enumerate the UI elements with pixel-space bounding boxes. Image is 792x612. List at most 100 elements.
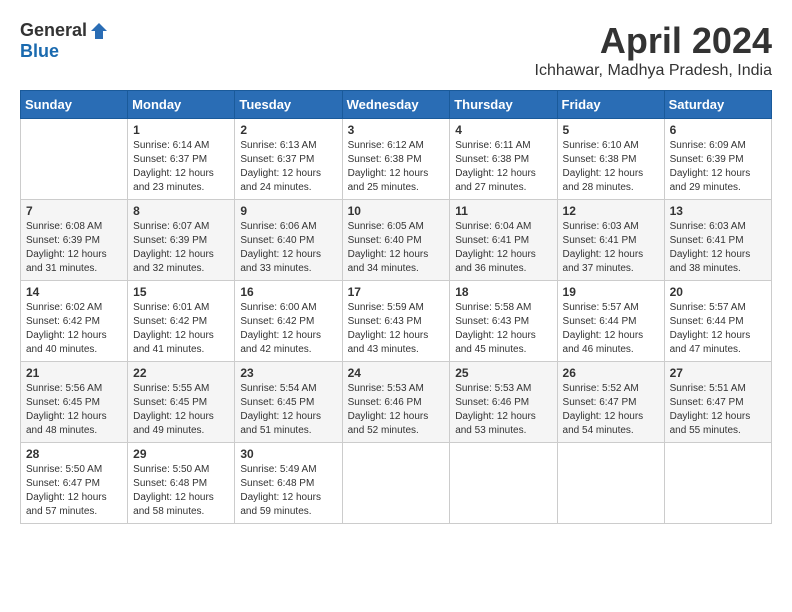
day-number: 8: [133, 204, 229, 218]
calendar-cell: 15Sunrise: 6:01 AM Sunset: 6:42 PM Dayli…: [128, 281, 235, 362]
calendar-cell: 16Sunrise: 6:00 AM Sunset: 6:42 PM Dayli…: [235, 281, 342, 362]
calendar-cell: 1Sunrise: 6:14 AM Sunset: 6:37 PM Daylig…: [128, 119, 235, 200]
weekday-header-sunday: Sunday: [21, 91, 128, 119]
calendar-cell: [450, 443, 557, 524]
day-number: 3: [348, 123, 445, 137]
day-number: 27: [670, 366, 766, 380]
calendar-cell: 5 Sunrise: 6:10 AM Sunset: 6:38 PM Daylig…: [557, 119, 664, 200]
day-info: Sunrise: 6:07 AM Sunset: 6:39 PM Dayligh…: [133, 220, 229, 276]
day-info: Sunrise: 5:56 AM Sunset: 6:45 PM Dayligh…: [26, 382, 122, 438]
calendar-cell: 30 Sunrise: 5:49 AM Sunset: 6:48 PM Dayli…: [235, 443, 342, 524]
day-number: 25: [455, 366, 551, 380]
calendar-week-5: 28 Sunrise: 5:50 AM Sunset: 6:47 PM Dayli…: [21, 443, 772, 524]
day-number: 14: [26, 285, 122, 299]
day-number: 18: [455, 285, 551, 299]
title-month: April 2024: [535, 20, 772, 62]
calendar-cell: [557, 443, 664, 524]
day-info: Sunrise: 6:10 AM Sunset: 6:38 PM Dayligh…: [563, 139, 659, 195]
day-info: Sunrise: 5:50 AM Sunset: 6:48 PM Dayligh…: [133, 463, 229, 519]
day-number: 28: [26, 447, 122, 461]
day-number: 29: [133, 447, 229, 461]
calendar-cell: 29 Sunrise: 5:50 AM Sunset: 6:48 PM Dayli…: [128, 443, 235, 524]
logo-general: General: [20, 20, 87, 41]
day-number: 10: [348, 204, 445, 218]
day-number: 7: [26, 204, 122, 218]
day-number: 30: [240, 447, 336, 461]
calendar-cell: 10Sunrise: 6:05 AM Sunset: 6:40 PM Dayli…: [342, 200, 450, 281]
calendar-cell: 17Sunrise: 5:59 AM Sunset: 6:43 PM Dayli…: [342, 281, 450, 362]
weekday-header-monday: Monday: [128, 91, 235, 119]
calendar-cell: 24 Sunrise: 5:53 AM Sunset: 6:46 PM Dayli…: [342, 362, 450, 443]
day-info: Sunrise: 6:06 AM Sunset: 6:40 PM Dayligh…: [240, 220, 336, 276]
calendar-cell: 9Sunrise: 6:06 AM Sunset: 6:40 PM Daylig…: [235, 200, 342, 281]
day-number: 21: [26, 366, 122, 380]
weekday-header-row: SundayMondayTuesdayWednesdayThursdayFrid…: [21, 91, 772, 119]
day-info: Sunrise: 6:03 AM Sunset: 6:41 PM Dayligh…: [670, 220, 766, 276]
calendar-cell: [664, 443, 771, 524]
calendar-cell: 4 Sunrise: 6:11 AM Sunset: 6:38 PM Daylig…: [450, 119, 557, 200]
day-info: Sunrise: 5:50 AM Sunset: 6:47 PM Dayligh…: [26, 463, 122, 519]
calendar-cell: 20 Sunrise: 5:57 AM Sunset: 6:44 PM Dayli…: [664, 281, 771, 362]
day-number: 20: [670, 285, 766, 299]
day-info: Sunrise: 5:49 AM Sunset: 6:48 PM Dayligh…: [240, 463, 336, 519]
day-info: Sunrise: 5:58 AM Sunset: 6:43 PM Dayligh…: [455, 301, 551, 357]
day-number: 4: [455, 123, 551, 137]
calendar-cell: 14 Sunrise: 6:02 AM Sunset: 6:42 PM Dayli…: [21, 281, 128, 362]
logo-icon: [89, 21, 109, 41]
weekday-header-wednesday: Wednesday: [342, 91, 450, 119]
day-info: Sunrise: 6:09 AM Sunset: 6:39 PM Dayligh…: [670, 139, 766, 195]
title-location: Ichhawar, Madhya Pradesh, India: [535, 62, 772, 80]
weekday-header-friday: Friday: [557, 91, 664, 119]
day-info: Sunrise: 5:59 AM Sunset: 6:43 PM Dayligh…: [348, 301, 445, 357]
day-number: 5: [563, 123, 659, 137]
calendar-cell: 18 Sunrise: 5:58 AM Sunset: 6:43 PM Dayli…: [450, 281, 557, 362]
calendar-week-1: 1Sunrise: 6:14 AM Sunset: 6:37 PM Daylig…: [21, 119, 772, 200]
day-info: Sunrise: 6:03 AM Sunset: 6:41 PM Dayligh…: [563, 220, 659, 276]
day-number: 2: [240, 123, 336, 137]
calendar-cell: 28 Sunrise: 5:50 AM Sunset: 6:47 PM Dayli…: [21, 443, 128, 524]
calendar-cell: 19 Sunrise: 5:57 AM Sunset: 6:44 PM Dayli…: [557, 281, 664, 362]
calendar-week-2: 7 Sunrise: 6:08 AM Sunset: 6:39 PM Daylig…: [21, 200, 772, 281]
day-info: Sunrise: 6:12 AM Sunset: 6:38 PM Dayligh…: [348, 139, 445, 195]
calendar-cell: 27Sunrise: 5:51 AM Sunset: 6:47 PM Dayli…: [664, 362, 771, 443]
calendar: SundayMondayTuesdayWednesdayThursdayFrid…: [20, 90, 772, 524]
weekday-header-thursday: Thursday: [450, 91, 557, 119]
title-block: April 2024 Ichhawar, Madhya Pradesh, Ind…: [535, 20, 772, 80]
day-info: Sunrise: 6:11 AM Sunset: 6:38 PM Dayligh…: [455, 139, 551, 195]
calendar-cell: 13Sunrise: 6:03 AM Sunset: 6:41 PM Dayli…: [664, 200, 771, 281]
page-header: General Blue April 2024 Ichhawar, Madhya…: [20, 20, 772, 80]
day-info: Sunrise: 5:57 AM Sunset: 6:44 PM Dayligh…: [563, 301, 659, 357]
day-info: Sunrise: 5:57 AM Sunset: 6:44 PM Dayligh…: [670, 301, 766, 357]
day-info: Sunrise: 5:53 AM Sunset: 6:46 PM Dayligh…: [348, 382, 445, 438]
weekday-header-saturday: Saturday: [664, 91, 771, 119]
day-number: 24: [348, 366, 445, 380]
calendar-cell: 25Sunrise: 5:53 AM Sunset: 6:46 PM Dayli…: [450, 362, 557, 443]
day-info: Sunrise: 5:55 AM Sunset: 6:45 PM Dayligh…: [133, 382, 229, 438]
day-number: 26: [563, 366, 659, 380]
day-info: Sunrise: 5:54 AM Sunset: 6:45 PM Dayligh…: [240, 382, 336, 438]
calendar-cell: 3 Sunrise: 6:12 AM Sunset: 6:38 PM Daylig…: [342, 119, 450, 200]
calendar-cell: [342, 443, 450, 524]
day-info: Sunrise: 6:02 AM Sunset: 6:42 PM Dayligh…: [26, 301, 122, 357]
day-info: Sunrise: 6:14 AM Sunset: 6:37 PM Dayligh…: [133, 139, 229, 195]
day-number: 16: [240, 285, 336, 299]
calendar-cell: 21 Sunrise: 5:56 AM Sunset: 6:45 PM Dayli…: [21, 362, 128, 443]
calendar-cell: 22 Sunrise: 5:55 AM Sunset: 6:45 PM Dayli…: [128, 362, 235, 443]
calendar-cell: 2 Sunrise: 6:13 AM Sunset: 6:37 PM Daylig…: [235, 119, 342, 200]
day-number: 19: [563, 285, 659, 299]
calendar-cell: 26 Sunrise: 5:52 AM Sunset: 6:47 PM Dayli…: [557, 362, 664, 443]
day-info: Sunrise: 6:01 AM Sunset: 6:42 PM Dayligh…: [133, 301, 229, 357]
day-info: Sunrise: 6:13 AM Sunset: 6:37 PM Dayligh…: [240, 139, 336, 195]
calendar-week-4: 21 Sunrise: 5:56 AM Sunset: 6:45 PM Dayli…: [21, 362, 772, 443]
calendar-cell: 11Sunrise: 6:04 AM Sunset: 6:41 PM Dayli…: [450, 200, 557, 281]
weekday-header-tuesday: Tuesday: [235, 91, 342, 119]
day-number: 12: [563, 204, 659, 218]
calendar-week-3: 14 Sunrise: 6:02 AM Sunset: 6:42 PM Dayli…: [21, 281, 772, 362]
day-info: Sunrise: 6:08 AM Sunset: 6:39 PM Dayligh…: [26, 220, 122, 276]
calendar-cell: [21, 119, 128, 200]
day-number: 22: [133, 366, 229, 380]
calendar-cell: 6 Sunrise: 6:09 AM Sunset: 6:39 PM Daylig…: [664, 119, 771, 200]
day-info: Sunrise: 5:52 AM Sunset: 6:47 PM Dayligh…: [563, 382, 659, 438]
logo-blue: Blue: [20, 41, 59, 62]
day-number: 6: [670, 123, 766, 137]
